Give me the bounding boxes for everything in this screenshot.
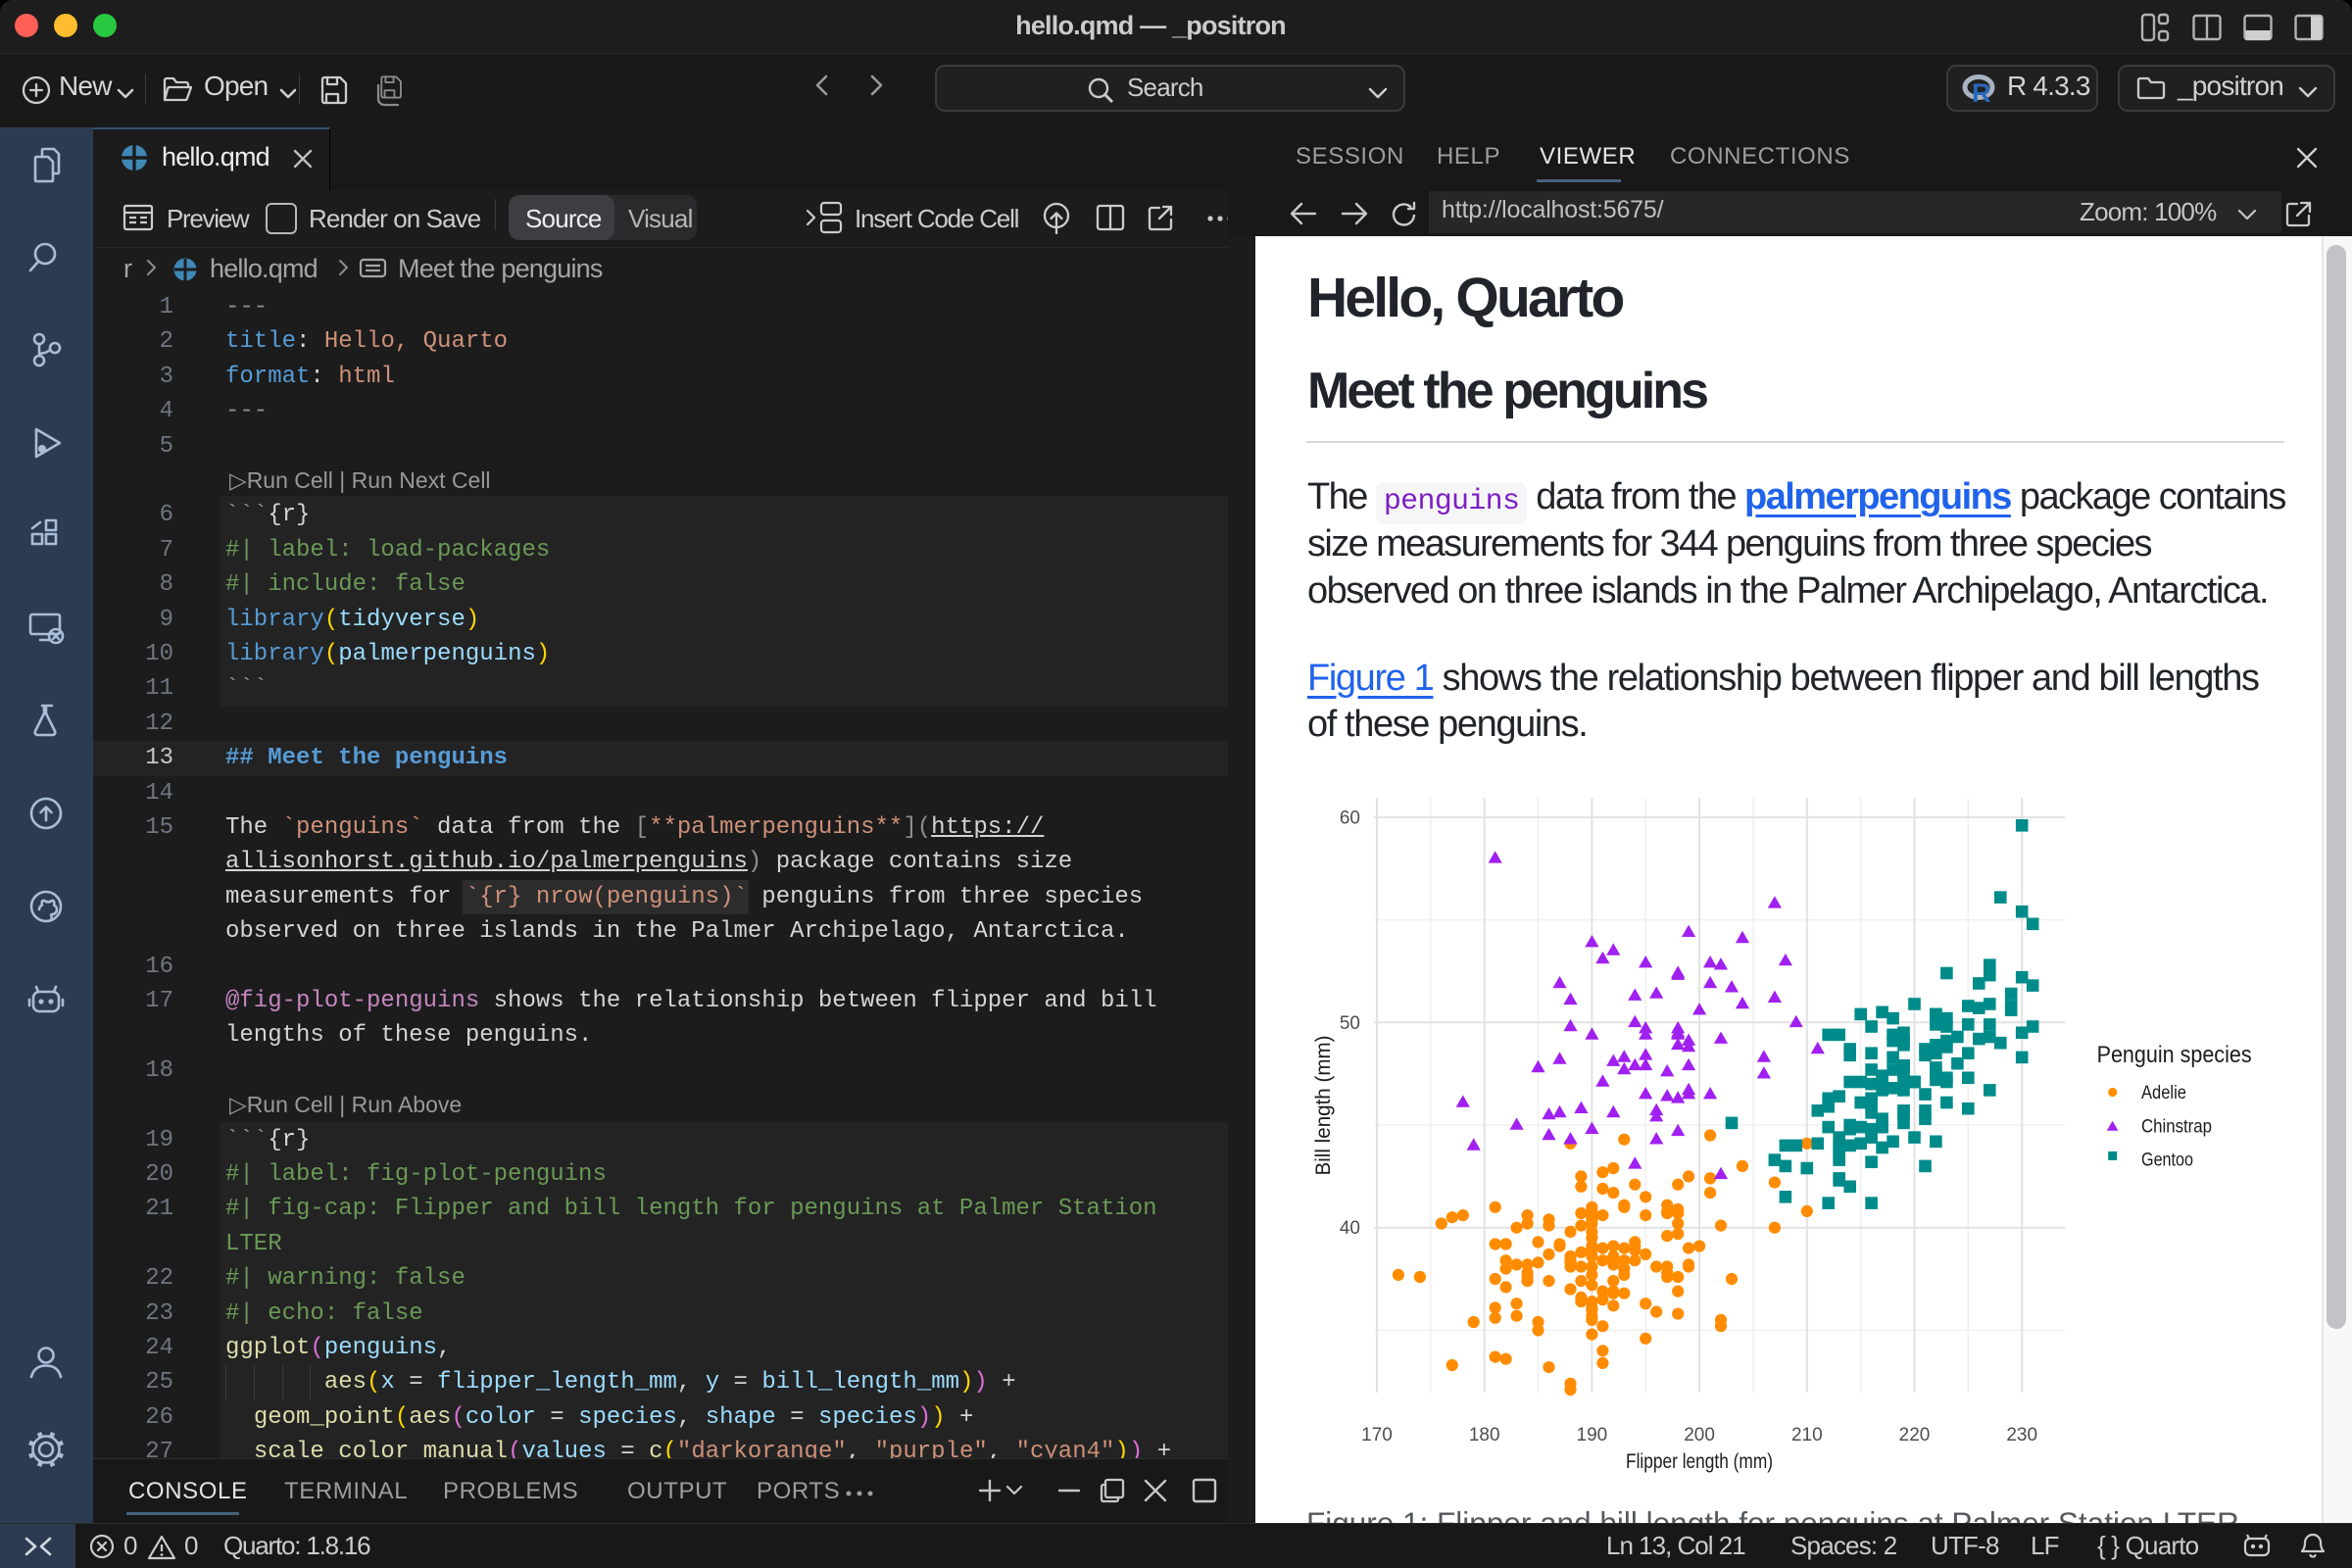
svg-text:Bill length (mm): Bill length (mm) xyxy=(1312,1036,1335,1176)
svg-text:Chinstrap: Chinstrap xyxy=(2141,1116,2212,1138)
svg-text:220: 220 xyxy=(1899,1425,1931,1446)
svg-text:190: 190 xyxy=(1577,1425,1608,1446)
svg-text:50: 50 xyxy=(1340,1013,1360,1034)
svg-text:60: 60 xyxy=(1340,808,1360,828)
svg-text:180: 180 xyxy=(1469,1425,1500,1446)
svg-text:Flipper length (mm): Flipper length (mm) xyxy=(1626,1450,1773,1473)
svg-text:210: 210 xyxy=(1791,1425,1823,1446)
svg-text:230: 230 xyxy=(2006,1425,2037,1446)
svg-text:Gentoo: Gentoo xyxy=(2141,1150,2193,1171)
svg-text:170: 170 xyxy=(1361,1425,1393,1446)
svg-text:40: 40 xyxy=(1340,1218,1360,1239)
svg-text:200: 200 xyxy=(1684,1425,1715,1446)
svg-text:Penguin species: Penguin species xyxy=(2097,1042,2252,1068)
svg-text:R: R xyxy=(1972,78,1991,107)
svg-text:Adelie: Adelie xyxy=(2141,1082,2186,1103)
